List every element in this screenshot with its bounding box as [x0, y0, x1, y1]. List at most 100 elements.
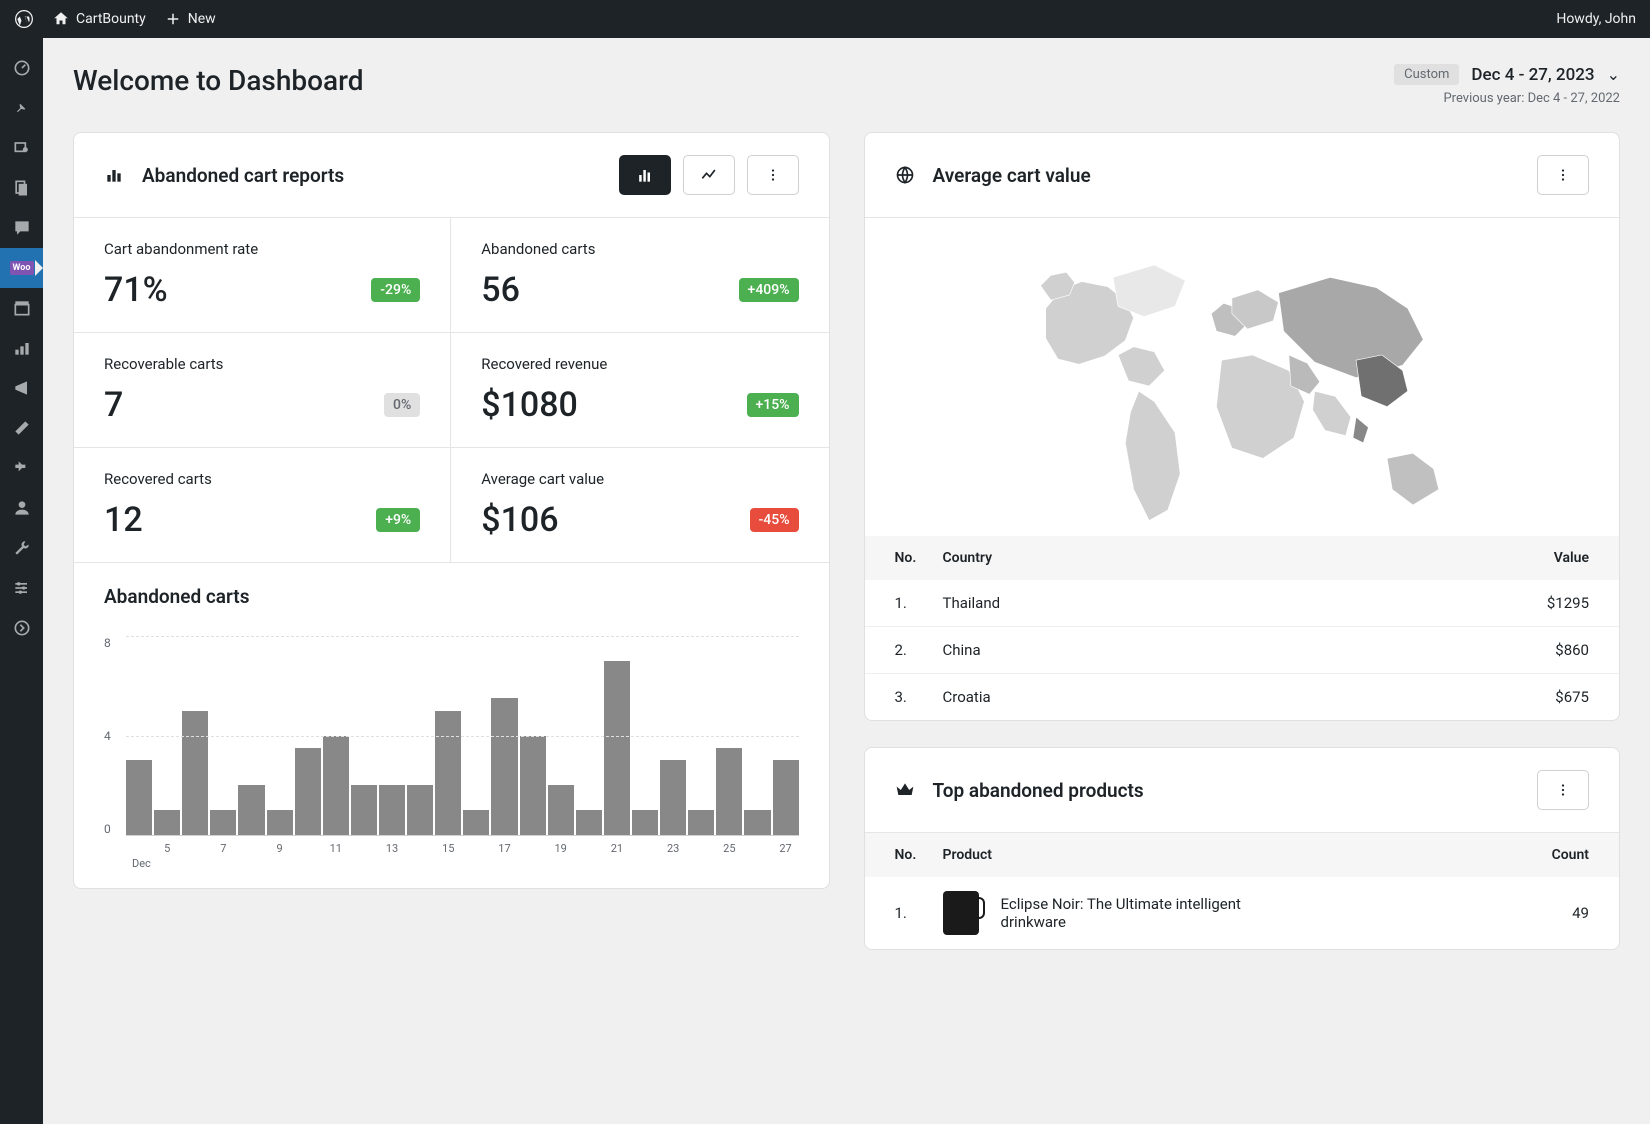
chart-x-tick: 21: [604, 842, 630, 855]
table-row[interactable]: 1. Eclipse Noir: The Ultimate intelligen…: [865, 877, 1620, 949]
stat-cell[interactable]: Recovered carts 12 +9%: [74, 448, 451, 563]
chart-x-tick: 13: [379, 842, 405, 855]
row-no: 1.: [895, 594, 943, 612]
new-button[interactable]: New: [164, 10, 216, 28]
col-header-product: Product: [943, 847, 1510, 863]
sidebar-plugins-icon[interactable]: [0, 448, 43, 488]
chart-section: Abandoned carts 8 4 0 579111315: [74, 563, 829, 888]
chart-bar[interactable]: [379, 785, 405, 835]
chart-bar[interactable]: [267, 810, 293, 835]
chart-bar[interactable]: [210, 810, 236, 835]
products-menu-button[interactable]: [1537, 770, 1589, 810]
chart-bar[interactable]: [660, 760, 686, 835]
country-table: No. Country Value 1. Thailand $1295 2. C…: [865, 536, 1620, 720]
chart-x-axis: 579111315171921232527: [126, 842, 799, 855]
row-no: 2.: [895, 641, 943, 659]
chart-bar[interactable]: [716, 748, 742, 835]
row-no: 1.: [895, 904, 943, 922]
stat-label: Recovered revenue: [481, 355, 798, 373]
chart-y-axis: 8 4 0: [104, 636, 111, 836]
products-title: Top abandoned products: [933, 779, 1144, 802]
product-thumbnail: [943, 891, 979, 935]
chart-bar[interactable]: [491, 698, 517, 835]
chart-bar[interactable]: [295, 748, 321, 835]
chart-x-tick: 25: [716, 842, 742, 855]
row-value: $675: [1509, 688, 1589, 706]
custom-badge: Custom: [1394, 64, 1459, 85]
stat-cell[interactable]: Recoverable carts 7 0%: [74, 333, 451, 448]
date-range-selector[interactable]: Custom Dec 4 - 27, 2023 ⌄ Previous year:…: [1394, 64, 1620, 106]
sidebar-collapse-icon[interactable]: [0, 608, 43, 648]
chart-bar[interactable]: [407, 785, 433, 835]
row-country: Croatia: [943, 688, 1510, 706]
bar-view-button[interactable]: [619, 155, 671, 195]
admin-sidebar: Woo: [0, 38, 43, 1124]
admin-bar-left: CartBounty New: [14, 9, 216, 29]
table-row[interactable]: 2. China $860: [865, 626, 1620, 673]
chart-x-tick: [463, 842, 489, 855]
stat-cell[interactable]: Cart abandonment rate 71% -29%: [74, 218, 451, 333]
chart-x-tick: [744, 842, 770, 855]
chart-x-tick: [632, 842, 658, 855]
stat-cell[interactable]: Average cart value $106 -45%: [451, 448, 828, 563]
stat-value: $1080: [481, 385, 578, 425]
reports-menu-button[interactable]: [747, 155, 799, 195]
chart-bar[interactable]: [520, 736, 546, 836]
map-card: Average cart value: [864, 132, 1621, 721]
chart-bar[interactable]: [548, 785, 574, 835]
chart-x-tick: 27: [773, 842, 799, 855]
chart-bar[interactable]: [632, 810, 658, 835]
chart-x-tick: 19: [548, 842, 574, 855]
sidebar-dashboard[interactable]: [0, 48, 43, 88]
sidebar-media-icon[interactable]: [0, 128, 43, 168]
row-country: China: [943, 641, 1510, 659]
sidebar-marketing-icon[interactable]: [0, 368, 43, 408]
chart-title: Abandoned carts: [104, 585, 799, 608]
sidebar-products-icon[interactable]: [0, 288, 43, 328]
wordpress-logo[interactable]: [14, 9, 34, 29]
sidebar-analytics-icon[interactable]: [0, 328, 43, 368]
site-link[interactable]: CartBounty: [52, 10, 146, 28]
chart-bar[interactable]: [463, 810, 489, 835]
col-header-count: Count: [1509, 847, 1589, 863]
chart-bar[interactable]: [154, 810, 180, 835]
stat-cell[interactable]: Recovered revenue $1080 +15%: [451, 333, 828, 448]
chart-x-tick: 11: [323, 842, 349, 855]
user-greeting[interactable]: Howdy, John: [1556, 11, 1636, 27]
sidebar-users-icon[interactable]: [0, 488, 43, 528]
previous-year-label: Previous year: Dec 4 - 27, 2022: [1394, 91, 1620, 106]
chart-bar[interactable]: [182, 711, 208, 835]
chart-bar[interactable]: [238, 785, 264, 835]
reports-title: Abandoned cart reports: [142, 164, 344, 187]
stat-value: 56: [481, 270, 520, 310]
reports-card: Abandoned cart reports Cart abandonment …: [73, 132, 830, 889]
sidebar-appearance-icon[interactable]: [0, 408, 43, 448]
sidebar-woocommerce-icon[interactable]: Woo: [0, 248, 43, 288]
line-view-button[interactable]: [683, 155, 735, 195]
sidebar-tools-icon[interactable]: [0, 528, 43, 568]
stat-value: 7: [104, 385, 123, 425]
stat-cell[interactable]: Abandoned carts 56 +409%: [451, 218, 828, 333]
chart-bar[interactable]: [773, 760, 799, 835]
chart-bar[interactable]: [126, 760, 152, 835]
chart-bar[interactable]: [351, 785, 377, 835]
row-count: 49: [1509, 904, 1589, 922]
chart-bar[interactable]: [323, 736, 349, 836]
chart-bar[interactable]: [744, 810, 770, 835]
crown-icon: [895, 780, 915, 800]
stat-change-badge: +409%: [739, 278, 799, 302]
table-row[interactable]: 3. Croatia $675: [865, 673, 1620, 720]
chart-bar[interactable]: [604, 661, 630, 835]
sidebar-comments-icon[interactable]: [0, 208, 43, 248]
world-map[interactable]: [865, 218, 1620, 536]
col-header-value: Value: [1509, 550, 1589, 566]
chart-bar[interactable]: [576, 810, 602, 835]
sidebar-settings-icon[interactable]: [0, 568, 43, 608]
map-menu-button[interactable]: [1537, 155, 1589, 195]
chart-bar[interactable]: [688, 810, 714, 835]
chart-x-tick: [238, 842, 264, 855]
sidebar-pin-icon[interactable]: [0, 88, 43, 128]
table-row[interactable]: 1. Thailand $1295: [865, 580, 1620, 626]
chart-bar[interactable]: [435, 711, 461, 835]
sidebar-pages-icon[interactable]: [0, 168, 43, 208]
